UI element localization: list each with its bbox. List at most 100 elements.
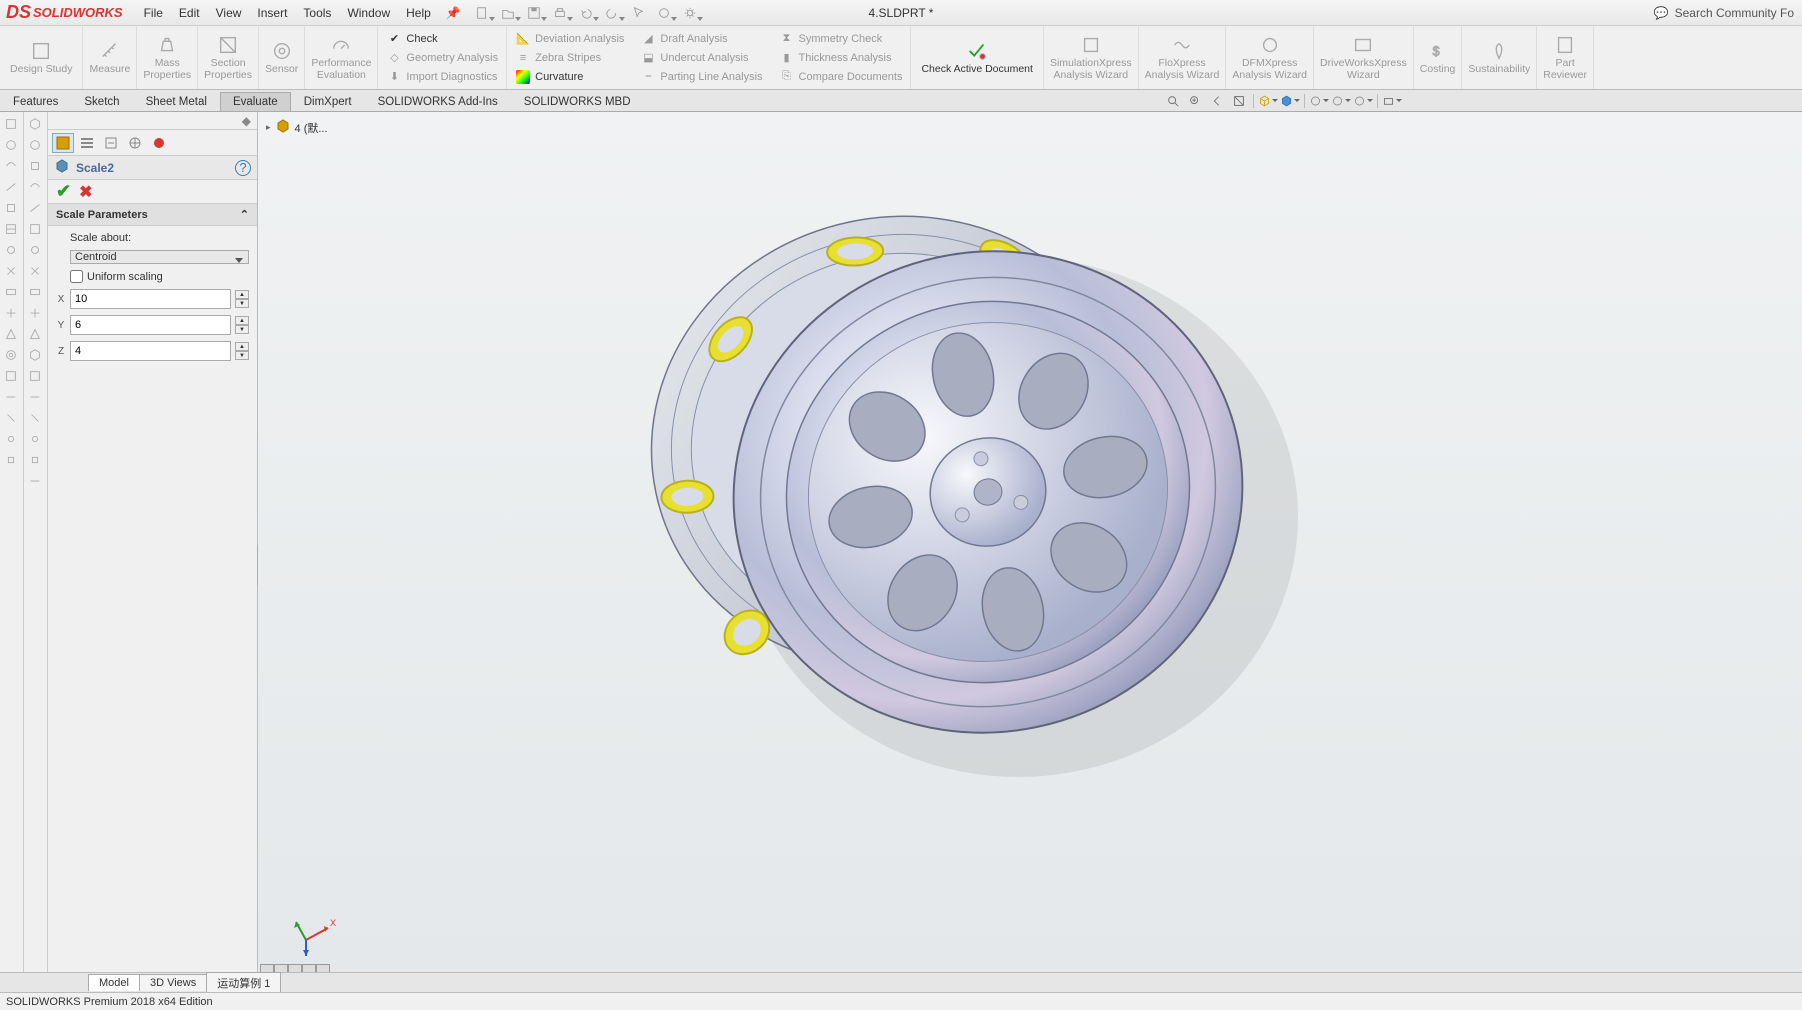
tab-features[interactable]: Features bbox=[0, 92, 71, 111]
vtool-7[interactable] bbox=[0, 240, 22, 260]
vtool-11[interactable] bbox=[0, 324, 22, 344]
orientation-triad[interactable]: X bbox=[288, 908, 338, 958]
x-spin-down[interactable]: ▼ bbox=[235, 299, 249, 308]
vtool2-9[interactable] bbox=[24, 282, 46, 302]
vtool2-8[interactable] bbox=[24, 261, 46, 281]
rebuild-button[interactable] bbox=[653, 3, 675, 23]
vtool2-10[interactable] bbox=[24, 303, 46, 323]
breadcrumb-expand-icon[interactable]: ▸ bbox=[266, 122, 271, 133]
tab-sheet-metal[interactable]: Sheet Metal bbox=[133, 92, 220, 111]
edit-appearance-button[interactable] bbox=[1331, 92, 1351, 110]
tab-evaluate[interactable]: Evaluate bbox=[220, 92, 291, 111]
apply-scene-button[interactable] bbox=[1353, 92, 1373, 110]
x-spin-up[interactable]: ▲ bbox=[235, 290, 249, 299]
scale-about-select[interactable]: Centroid bbox=[70, 250, 249, 264]
tab-3d-views[interactable]: 3D Views bbox=[139, 974, 207, 991]
vtool2-12[interactable] bbox=[24, 345, 46, 365]
ok-button[interactable]: ✔ bbox=[56, 181, 71, 202]
ribbon-curvature[interactable]: Curvature bbox=[511, 68, 628, 86]
menu-file[interactable]: File bbox=[137, 4, 170, 22]
tab-model[interactable]: Model bbox=[88, 974, 140, 991]
vtool-10[interactable] bbox=[0, 303, 22, 323]
view-settings-button[interactable] bbox=[1382, 92, 1402, 110]
menu-tools[interactable]: Tools bbox=[296, 4, 338, 22]
fm-tab-display[interactable] bbox=[124, 133, 146, 153]
options-button[interactable] bbox=[679, 3, 701, 23]
ribbon-sustainability[interactable]: Sustainability bbox=[1462, 26, 1537, 89]
ribbon-simulationxpress[interactable]: SimulationXpress Analysis Wizard bbox=[1044, 26, 1139, 89]
search-community[interactable]: Search Community Fo bbox=[1675, 6, 1794, 20]
menu-view[interactable]: View bbox=[209, 4, 249, 22]
vtool2-16[interactable] bbox=[24, 429, 46, 449]
y-spin-down[interactable]: ▼ bbox=[235, 325, 249, 334]
ribbon-symmetry[interactable]: ⧗Symmetry Check bbox=[775, 30, 907, 48]
new-button[interactable] bbox=[471, 3, 493, 23]
ribbon-import-diagnostics[interactable]: ⬇Import Diagnostics bbox=[382, 68, 502, 86]
pin-icon[interactable]: 📌 bbox=[446, 6, 461, 20]
vtool-12[interactable] bbox=[0, 345, 22, 365]
ribbon-measure[interactable]: Measure bbox=[83, 26, 137, 89]
ribbon-check[interactable]: ✔Check bbox=[382, 30, 502, 48]
vtool-2[interactable] bbox=[0, 135, 22, 155]
fm-tab-property[interactable] bbox=[52, 133, 74, 153]
open-button[interactable] bbox=[497, 3, 519, 23]
ribbon-parting-line[interactable]: ⎯Parting Line Analysis bbox=[636, 68, 766, 86]
x-scale-input[interactable] bbox=[70, 289, 231, 309]
hide-show-button[interactable] bbox=[1309, 92, 1329, 110]
vtool-8[interactable] bbox=[0, 261, 22, 281]
vtool2-15[interactable] bbox=[24, 408, 46, 428]
display-style-button[interactable] bbox=[1280, 92, 1300, 110]
vtool-15[interactable] bbox=[0, 408, 22, 428]
vtool2-3[interactable] bbox=[24, 156, 46, 176]
menu-help[interactable]: Help bbox=[399, 4, 438, 22]
ribbon-performance-eval[interactable]: Performance Evaluation bbox=[305, 26, 378, 89]
ribbon-mass-properties[interactable]: Mass Properties bbox=[137, 26, 198, 89]
y-scale-input[interactable] bbox=[70, 315, 231, 335]
ribbon-zebra[interactable]: ≡Zebra Stripes bbox=[511, 49, 628, 67]
scale-parameters-header[interactable]: Scale Parameters ⌃ bbox=[48, 204, 257, 226]
print-button[interactable] bbox=[549, 3, 571, 23]
help-button[interactable]: ? bbox=[235, 160, 251, 176]
vtool2-13[interactable] bbox=[24, 366, 46, 386]
vtool-16[interactable] bbox=[0, 429, 22, 449]
fm-tab-dimxpert[interactable] bbox=[100, 133, 122, 153]
previous-view-button[interactable] bbox=[1207, 92, 1227, 110]
vtool2-18[interactable] bbox=[24, 471, 46, 491]
cancel-button[interactable]: ✖ bbox=[79, 182, 92, 202]
menu-edit[interactable]: Edit bbox=[172, 4, 207, 22]
menu-insert[interactable]: Insert bbox=[250, 4, 294, 22]
undo-button[interactable] bbox=[575, 3, 597, 23]
fm-tab-appearance[interactable] bbox=[148, 133, 170, 153]
z-spin-up[interactable]: ▲ bbox=[235, 342, 249, 351]
vtool-1[interactable] bbox=[0, 114, 22, 134]
vtool2-6[interactable] bbox=[24, 219, 46, 239]
ribbon-costing[interactable]: $Costing bbox=[1414, 26, 1463, 89]
ribbon-design-study[interactable]: Design Study bbox=[0, 26, 83, 89]
ribbon-compare[interactable]: ⎘Compare Documents bbox=[775, 68, 907, 86]
z-spin-down[interactable]: ▼ bbox=[235, 351, 249, 360]
vtool-13[interactable] bbox=[0, 366, 22, 386]
chat-icon[interactable]: 💬 bbox=[1654, 6, 1669, 20]
vtool2-2[interactable] bbox=[24, 135, 46, 155]
save-button[interactable] bbox=[523, 3, 545, 23]
vtool2-14[interactable] bbox=[24, 387, 46, 407]
ribbon-draft[interactable]: ◢Draft Analysis bbox=[636, 30, 766, 48]
vtool2-1[interactable] bbox=[24, 114, 46, 134]
ribbon-deviation[interactable]: 📐Deviation Analysis bbox=[511, 30, 628, 48]
uniform-scaling-input[interactable] bbox=[70, 270, 83, 283]
vtool-3[interactable] bbox=[0, 156, 22, 176]
tab-sketch[interactable]: Sketch bbox=[71, 92, 132, 111]
ribbon-section-properties[interactable]: Section Properties bbox=[198, 26, 259, 89]
ribbon-floxpress[interactable]: FloXpress Analysis Wizard bbox=[1139, 26, 1227, 89]
tab-motion-study[interactable]: 运动算例 1 bbox=[206, 972, 281, 993]
vtool2-4[interactable] bbox=[24, 177, 46, 197]
ribbon-check-active-document[interactable]: Check Active Document bbox=[911, 26, 1043, 89]
graphics-viewport[interactable]: ▸ 4 (默... bbox=[258, 112, 1802, 978]
tab-sw-mbd[interactable]: SOLIDWORKS MBD bbox=[511, 92, 644, 111]
collapse-icon[interactable]: ⌃ bbox=[240, 208, 249, 221]
ribbon-dfmxpress[interactable]: DFMXpress Analysis Wizard bbox=[1226, 26, 1314, 89]
vtool-5[interactable] bbox=[0, 198, 22, 218]
ribbon-driveworks[interactable]: DriveWorksXpress Wizard bbox=[1314, 26, 1414, 89]
vtool-17[interactable] bbox=[0, 450, 22, 470]
tab-dimxpert[interactable]: DimXpert bbox=[291, 92, 365, 111]
